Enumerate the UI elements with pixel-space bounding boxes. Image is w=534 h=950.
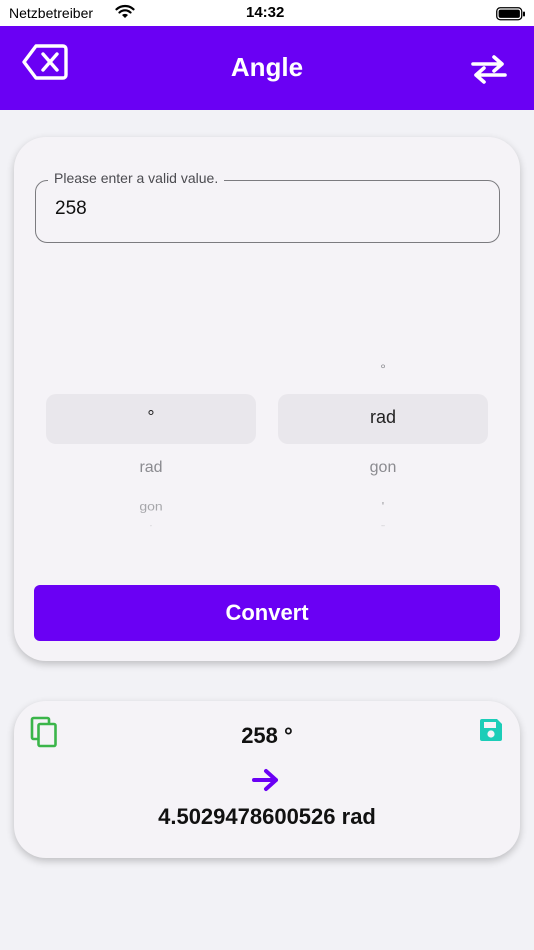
value-field-label: Please enter a valid value. (48, 170, 225, 186)
result-to-value: 4.5029478600526 rad (158, 804, 376, 829)
picker-item[interactable]: '' (278, 525, 488, 531)
carrier-label: Netzbetreiber (9, 5, 94, 21)
picker-item[interactable]: rad (46, 459, 256, 477)
input-card: Please enter a valid value. ° rad gon ' … (14, 137, 520, 661)
picker-item[interactable]: ' (278, 499, 488, 513)
value-input[interactable] (55, 198, 475, 220)
value-field[interactable]: Please enter a valid value. (35, 170, 500, 243)
picker-item-selected[interactable]: rad (278, 407, 488, 428)
wifi-icon (115, 4, 135, 18)
arrow-right-icon (252, 769, 278, 791)
swap-arrows-icon[interactable] (470, 54, 508, 84)
picker-item[interactable]: gon (46, 499, 256, 513)
picker-item[interactable]: ° (278, 362, 488, 376)
app-bar: Angle (0, 26, 534, 110)
result-from-value: 258 ° (241, 723, 293, 748)
to-unit-picker[interactable]: ° rad gon ' '' (278, 357, 488, 537)
picker-item[interactable]: ' (46, 525, 256, 531)
page-title: Angle (230, 52, 304, 82)
picker-item-selected[interactable]: ° (46, 407, 256, 428)
from-unit-picker[interactable]: ° rad gon ' (46, 357, 256, 537)
result-card: 258 ° 4.5029478600526 rad (14, 701, 520, 858)
status-bar: Netzbetreiber 14:32 (0, 0, 534, 26)
convert-button[interactable]: Convert (34, 585, 500, 641)
picker-item[interactable]: gon (278, 459, 488, 477)
status-time: 14:32 (246, 4, 285, 21)
battery-icon (496, 7, 525, 21)
